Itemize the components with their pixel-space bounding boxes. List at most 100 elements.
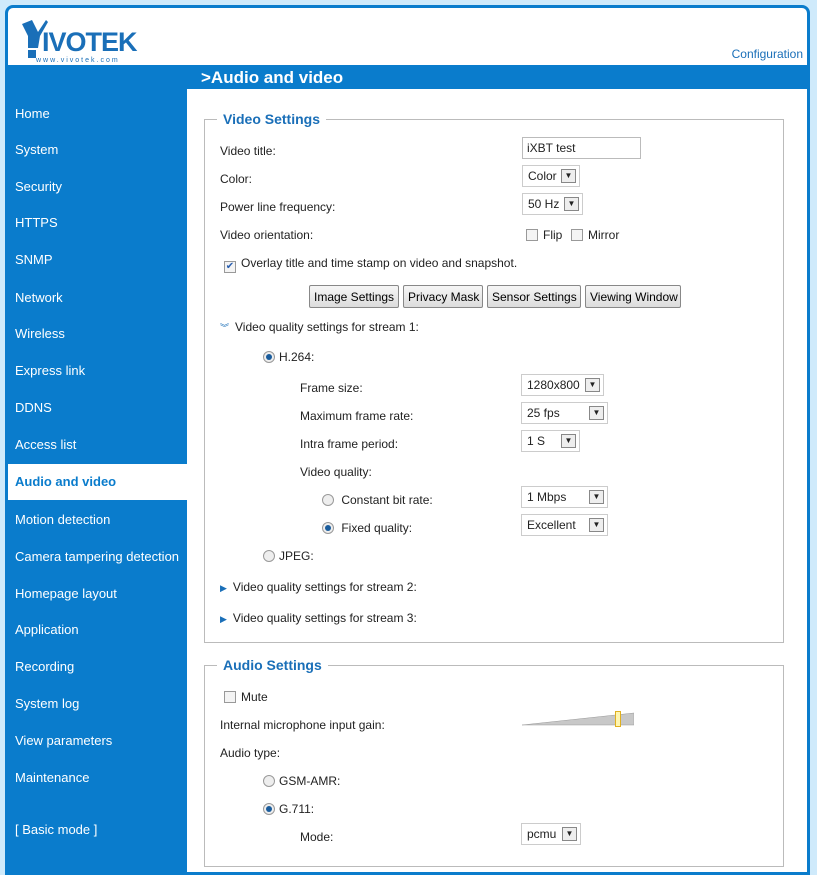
checkbox-icon: [526, 229, 538, 241]
overlay-label: Overlay title and time stamp on video an…: [241, 256, 518, 270]
intra-frame-select[interactable]: 1 S ▼: [521, 430, 580, 452]
sidebar-item-security[interactable]: Security: [8, 169, 187, 205]
sidebar-item-recording[interactable]: Recording: [8, 649, 187, 685]
radio-icon: [322, 522, 334, 534]
chevron-down-icon: ▼: [589, 518, 604, 532]
gain-slider[interactable]: [521, 711, 635, 727]
chevron-down-icon: ▼: [585, 378, 600, 392]
max-frame-rate-label: Maximum frame rate:: [300, 409, 414, 423]
color-value: Color: [528, 169, 557, 183]
sidebar-item-audio-and-video[interactable]: Audio and video: [8, 464, 187, 500]
privacy-mask-button[interactable]: Privacy Mask: [403, 285, 483, 308]
flip-checkbox[interactable]: Flip: [526, 228, 562, 242]
chevron-down-icon: ▼: [589, 406, 604, 420]
fixed-quality-label: Fixed quality:: [341, 521, 413, 535]
video-settings-section: Video Settings Video title: iXBT test Co…: [204, 111, 784, 643]
cbr-select[interactable]: 1 Mbps ▼: [521, 486, 608, 508]
sidebar-item-system-log[interactable]: System log: [8, 686, 187, 722]
sidebar-item-system[interactable]: System: [8, 132, 187, 168]
gsm-amr-label: GSM-AMR:: [279, 774, 341, 788]
vivotek-logo: IVOTEK www.vivotek.com: [22, 20, 139, 63]
mode-value: pcmu: [527, 827, 557, 841]
radio-icon: [263, 803, 275, 815]
stream3-label: Video quality settings for stream 3:: [232, 611, 417, 625]
sidebar-item-wireless[interactable]: Wireless: [8, 316, 187, 352]
radio-icon: [263, 775, 275, 787]
sidebar-item-express-link[interactable]: Express link: [8, 353, 187, 389]
mute-checkbox[interactable]: Mute: [224, 690, 268, 704]
sidebar-item-ddns[interactable]: DDNS: [8, 390, 187, 426]
image-settings-button[interactable]: Image Settings: [309, 285, 399, 308]
sidebar-item-snmp[interactable]: SNMP: [8, 242, 187, 278]
header: IVOTEK www.vivotek.com Configuration: [8, 8, 807, 65]
sidebar-item-view-parameters[interactable]: View parameters: [8, 723, 187, 759]
expand-right-icon: ▶: [220, 583, 227, 593]
sidebar-item-motion-detection[interactable]: Motion detection: [8, 502, 187, 538]
audio-type-label: Audio type:: [220, 746, 281, 760]
stream1-toggle[interactable]: ︾ Video quality settings for stream 1:: [220, 320, 419, 334]
sidebar-item-application[interactable]: Application: [8, 612, 187, 648]
gain-label: Internal microphone input gain:: [220, 718, 385, 732]
frame-size-label: Frame size:: [300, 381, 363, 395]
jpeg-label: JPEG:: [279, 549, 314, 563]
sidebar-item-camera-tampering-detection[interactable]: Camera tampering detection: [8, 539, 187, 575]
radio-icon: [263, 351, 275, 363]
stream1-label: Video quality settings for stream 1:: [235, 320, 419, 334]
video-title-label: Video title:: [220, 144, 276, 158]
checkbox-icon: [571, 229, 583, 241]
radio-icon: [322, 494, 334, 506]
viewing-window-button[interactable]: Viewing Window: [585, 285, 681, 308]
page-title: >Audio and video: [201, 68, 344, 87]
g711-radio[interactable]: G.711:: [263, 802, 314, 816]
audio-settings-legend: Audio Settings: [217, 657, 328, 673]
chevron-down-icon: ▼: [561, 434, 576, 448]
color-label: Color:: [220, 172, 253, 186]
sensor-settings-button[interactable]: Sensor Settings: [487, 285, 581, 308]
sidebar-item-basic-mode[interactable]: [ Basic mode ]: [8, 812, 187, 848]
configuration-link[interactable]: Configuration: [732, 47, 803, 61]
fixed-quality-select[interactable]: Excellent ▼: [521, 514, 608, 536]
color-select[interactable]: Color ▼: [522, 165, 580, 187]
h264-radio[interactable]: H.264:: [263, 350, 314, 364]
overlay-checkbox[interactable]: ✔ Overlay title and time stamp on video a…: [224, 256, 517, 273]
checkmark-icon: ✔: [224, 261, 236, 273]
cbr-radio[interactable]: Constant bit rate:: [322, 493, 433, 507]
radio-icon: [263, 550, 275, 562]
power-line-label: Power line frequency:: [220, 200, 336, 214]
stream2-label: Video quality settings for stream 2:: [232, 580, 417, 594]
gain-slider-handle[interactable]: [614, 711, 621, 727]
max-frame-rate-value: 25 fps: [527, 406, 560, 420]
expand-right-icon: ▶: [220, 614, 227, 624]
checkbox-icon: [224, 691, 236, 703]
fixed-quality-radio[interactable]: Fixed quality:: [322, 521, 412, 535]
intra-frame-value: 1 S: [527, 434, 546, 448]
sidebar-item-homepage-layout[interactable]: Homepage layout: [8, 576, 187, 612]
stream3-toggle[interactable]: ▶ Video quality settings for stream 3:: [220, 611, 417, 625]
frame-size-select[interactable]: 1280x800 ▼: [521, 374, 604, 396]
gsm-amr-radio[interactable]: GSM-AMR:: [263, 774, 340, 788]
mirror-label: Mirror: [588, 228, 620, 242]
mode-select[interactable]: pcmu ▼: [521, 823, 581, 845]
sidebar-item-access-list[interactable]: Access list: [8, 427, 187, 463]
power-line-select[interactable]: 50 Hz ▼: [522, 193, 583, 215]
mode-label: Mode:: [300, 830, 334, 844]
h264-label: H.264:: [279, 350, 315, 364]
svg-text:www.vivotek.com: www.vivotek.com: [35, 57, 120, 63]
g711-label: G.711:: [279, 802, 315, 816]
svg-text:IVOTEK: IVOTEK: [42, 27, 138, 57]
max-frame-rate-select[interactable]: 25 fps ▼: [521, 402, 608, 424]
jpeg-radio[interactable]: JPEG:: [263, 549, 314, 563]
power-line-value: 50 Hz: [528, 197, 560, 211]
sidebar-item-home[interactable]: Home: [8, 96, 187, 132]
video-title-input[interactable]: iXBT test: [522, 137, 641, 159]
sidebar-item-https[interactable]: HTTPS: [8, 205, 187, 241]
audio-settings-section: Audio Settings Mute Internal microphone …: [204, 657, 784, 867]
mute-label: Mute: [241, 690, 268, 704]
sidebar-item-network[interactable]: Network: [8, 280, 187, 316]
mirror-checkbox[interactable]: Mirror: [571, 228, 619, 242]
chevron-down-icon: ▼: [589, 490, 604, 504]
fixed-quality-value: Excellent: [527, 518, 576, 532]
stream2-toggle[interactable]: ▶ Video quality settings for stream 2:: [220, 580, 417, 594]
sidebar-item-maintenance[interactable]: Maintenance: [8, 760, 187, 796]
flip-label: Flip: [543, 228, 563, 242]
